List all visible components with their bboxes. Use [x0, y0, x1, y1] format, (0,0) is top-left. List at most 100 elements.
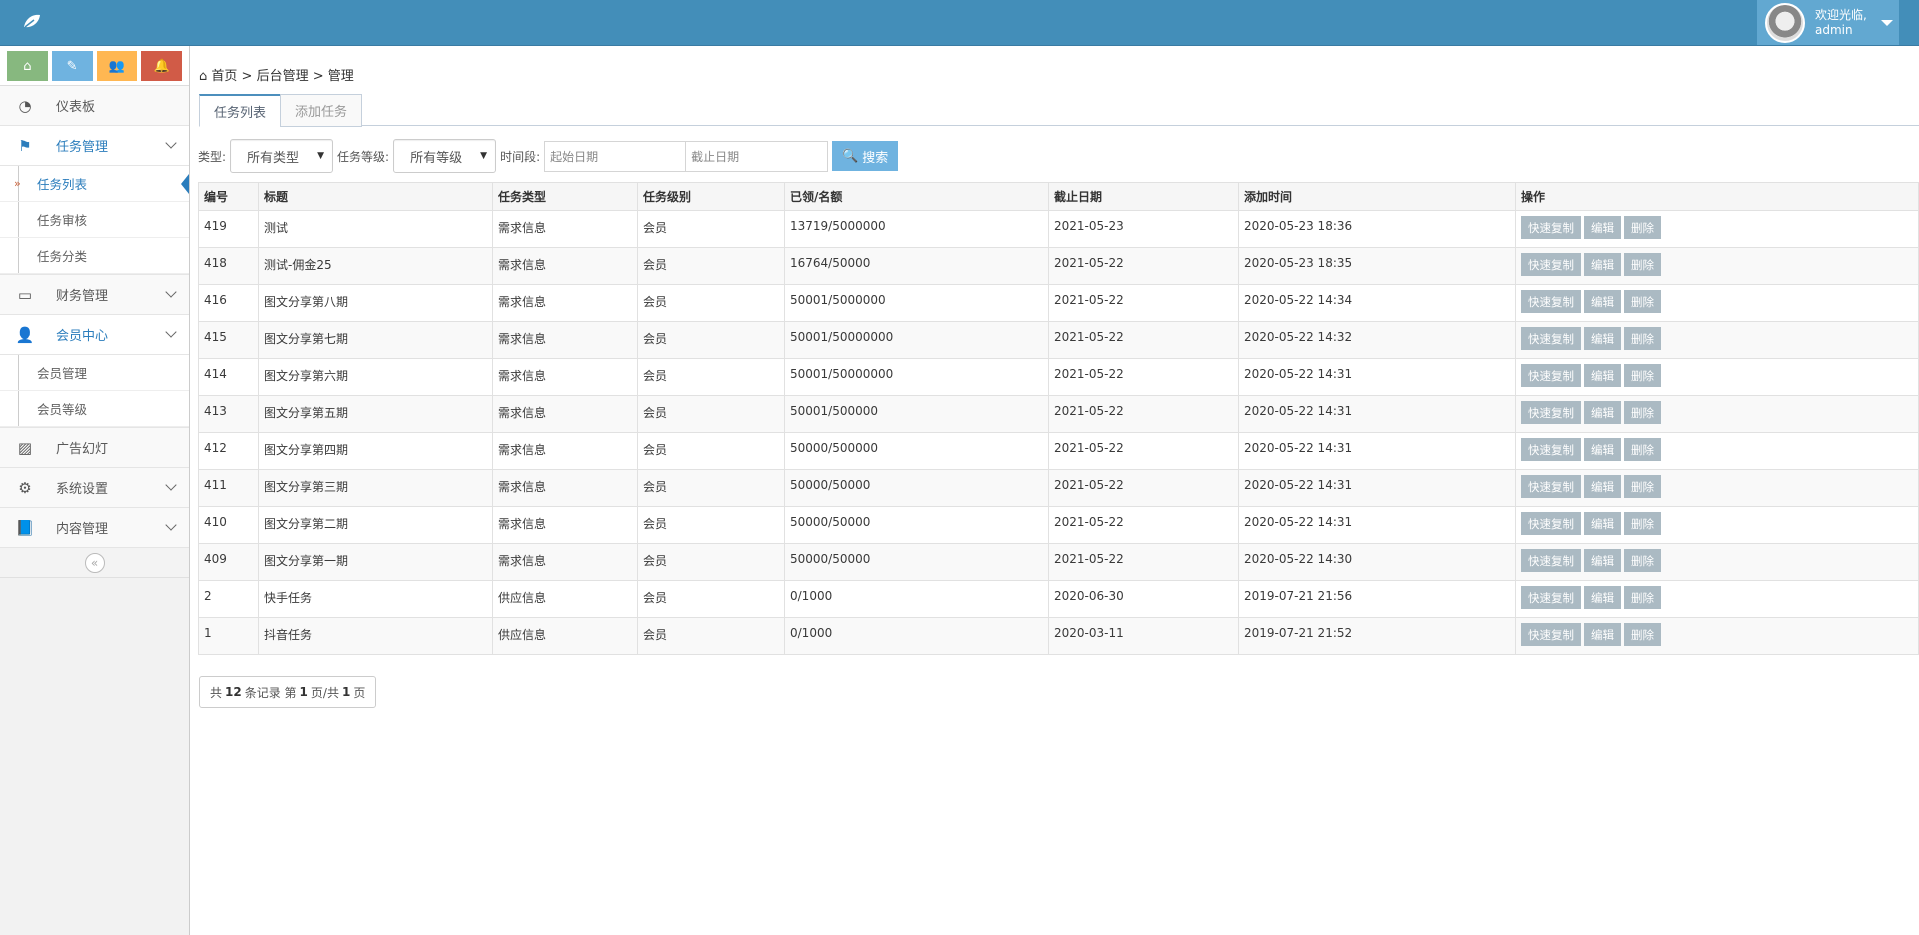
quick-copy-button[interactable]: 快速复制 [1521, 290, 1581, 313]
sidebar-subitem-label: 会员等级 [37, 402, 88, 417]
leaf-logo-icon[interactable] [22, 11, 42, 31]
delete-button[interactable]: 删除 [1624, 290, 1661, 313]
tab-add-task[interactable]: 添加任务 [280, 94, 363, 127]
table-cell: 抖音任务 [258, 617, 493, 655]
bell-shortcut-button[interactable]: 🔔 [141, 51, 182, 81]
delete-button[interactable]: 删除 [1624, 623, 1661, 646]
sidebar-item-dashboard[interactable]: ◔ 仪表板 [0, 86, 189, 126]
actions-cell: 快速复制 编辑 删除 [1515, 432, 1919, 470]
quick-copy-button[interactable]: 快速复制 [1521, 327, 1581, 350]
caret-down-icon [1880, 19, 1893, 26]
actions-cell: 快速复制 编辑 删除 [1515, 284, 1919, 322]
quick-copy-button[interactable]: 快速复制 [1521, 401, 1581, 424]
sidebar-item-tasks[interactable]: ⚑ 任务管理 [0, 126, 189, 166]
quick-copy-button[interactable]: 快速复制 [1521, 549, 1581, 572]
sidebar-subitem-member-manage[interactable]: 会员管理 [0, 355, 189, 391]
column-header: 任务级别 [637, 182, 785, 211]
home-shortcut-button[interactable]: ⌂ [7, 51, 48, 81]
end-date-input[interactable]: 截止日期 [686, 140, 829, 172]
edit-button[interactable]: 编辑 [1584, 586, 1621, 609]
sidebar-item-content[interactable]: 📘 内容管理 [0, 508, 189, 548]
table-row: 409 图文分享第一期 需求信息 会员 50000/50000 2021-05-22 202… [198, 543, 1919, 581]
delete-button[interactable]: 删除 [1624, 364, 1661, 387]
column-header: 操作 [1515, 182, 1919, 211]
delete-button[interactable]: 删除 [1624, 216, 1661, 239]
table-cell: 会员 [637, 247, 785, 285]
double-angle-right-icon: » [14, 177, 21, 190]
delete-button[interactable]: 删除 [1624, 327, 1661, 350]
sidebar-subitem-task-list[interactable]: » 任务列表 [0, 166, 189, 202]
delete-button[interactable]: 删除 [1624, 438, 1661, 461]
sidebar-subitem-task-review[interactable]: 任务审核 [0, 202, 189, 238]
quick-copy-button[interactable]: 快速复制 [1521, 253, 1581, 276]
sidebar-subitem-label: 会员管理 [37, 366, 88, 381]
user-menu[interactable]: 欢迎光临, admin [1757, 0, 1899, 45]
tab-task-list[interactable]: 任务列表 [199, 94, 282, 127]
table-cell: 50001/50000000 [784, 358, 1049, 396]
level-select[interactable]: 所有等级 ▼ [393, 139, 497, 173]
table-cell: 供应信息 [492, 617, 638, 655]
table-cell: 410 [198, 506, 259, 544]
dropdown-arrow-icon: ▼ [317, 151, 325, 161]
quick-copy-button[interactable]: 快速复制 [1521, 438, 1581, 461]
table-cell: 需求信息 [492, 358, 638, 396]
edit-button[interactable]: 编辑 [1584, 253, 1621, 276]
table-cell: 50000/500000 [784, 432, 1049, 470]
edit-button[interactable]: 编辑 [1584, 623, 1621, 646]
breadcrumb-home[interactable]: 首页 [211, 69, 237, 84]
type-select[interactable]: 所有类型 ▼ [230, 139, 334, 173]
edit-button[interactable]: 编辑 [1584, 475, 1621, 498]
edit-button[interactable]: 编辑 [1584, 364, 1621, 387]
quick-copy-button[interactable]: 快速复制 [1521, 512, 1581, 535]
book-icon: 📘 [15, 518, 35, 537]
table-row: 414 图文分享第六期 需求信息 会员 50001/50000000 2021-05-22… [198, 358, 1919, 396]
delete-button[interactable]: 删除 [1624, 253, 1661, 276]
table-cell: 快手任务 [258, 580, 493, 618]
users-shortcut-button[interactable]: 👥 [96, 51, 138, 81]
sidebar-item-members[interactable]: 👤 会员中心 [0, 315, 189, 355]
sidebar-item-finance[interactable]: ▭ 财务管理 [0, 275, 189, 315]
delete-button[interactable]: 删除 [1624, 401, 1661, 424]
table-cell: 2021-05-22 [1048, 469, 1239, 507]
sidebar-item-settings[interactable]: ⚙ 系统设置 [0, 468, 189, 508]
sidebar-subitem-task-category[interactable]: 任务分类 [0, 238, 189, 274]
sidebar-item-ads[interactable]: ▨ 广告幻灯 [0, 428, 189, 468]
quick-copy-button[interactable]: 快速复制 [1521, 586, 1581, 609]
table-cell: 412 [198, 432, 259, 470]
edit-button[interactable]: 编辑 [1584, 549, 1621, 572]
sidebar-subitem-member-level[interactable]: 会员等级 [0, 391, 189, 427]
search-button[interactable]: 🔍 搜索 [832, 141, 899, 171]
actions-cell: 快速复制 编辑 删除 [1515, 580, 1919, 618]
delete-button[interactable]: 删除 [1624, 512, 1661, 535]
edit-button[interactable]: 编辑 [1584, 438, 1621, 461]
collapse-sidebar-icon[interactable]: « [84, 552, 105, 573]
delete-button[interactable]: 删除 [1624, 586, 1661, 609]
delete-button[interactable]: 删除 [1624, 549, 1661, 572]
edit-button[interactable]: 编辑 [1584, 327, 1621, 350]
edit-button[interactable]: 编辑 [1584, 290, 1621, 313]
table-cell: 2020-05-22 14:31 [1238, 358, 1516, 396]
delete-button[interactable]: 删除 [1624, 475, 1661, 498]
start-date-input[interactable]: 起始日期 [544, 140, 687, 172]
table-cell: 2020-05-22 14:31 [1238, 395, 1516, 433]
pencil-shortcut-button[interactable]: ✎ [51, 51, 93, 81]
shortcut-buttons: ⌂ ✎ 👥 🔔 [0, 46, 189, 86]
quick-copy-button[interactable]: 快速复制 [1521, 364, 1581, 387]
quick-copy-button[interactable]: 快速复制 [1521, 216, 1581, 239]
table-cell: 2020-05-22 14:31 [1238, 506, 1516, 544]
table-cell: 会员 [637, 617, 785, 655]
sidebar-item-label: 会员中心 [56, 329, 109, 344]
quick-copy-button[interactable]: 快速复制 [1521, 475, 1581, 498]
table-cell: 需求信息 [492, 432, 638, 470]
sidebar-item-label: 任务管理 [56, 140, 109, 155]
table-cell: 2020-05-22 14:31 [1238, 432, 1516, 470]
quick-copy-button[interactable]: 快速复制 [1521, 623, 1581, 646]
pager-text: 页 [353, 685, 366, 700]
edit-button[interactable]: 编辑 [1584, 216, 1621, 239]
breadcrumb-admin[interactable]: 后台管理 [257, 69, 309, 84]
table-row: 415 图文分享第七期 需求信息 会员 50001/50000000 2021-05-22… [198, 321, 1919, 359]
edit-button[interactable]: 编辑 [1584, 512, 1621, 535]
dropdown-arrow-icon: ▼ [480, 151, 488, 161]
table-row: 1 抖音任务 供应信息 会员 0/1000 2020-03-11 2019-07-21 21… [198, 617, 1919, 655]
edit-button[interactable]: 编辑 [1584, 401, 1621, 424]
